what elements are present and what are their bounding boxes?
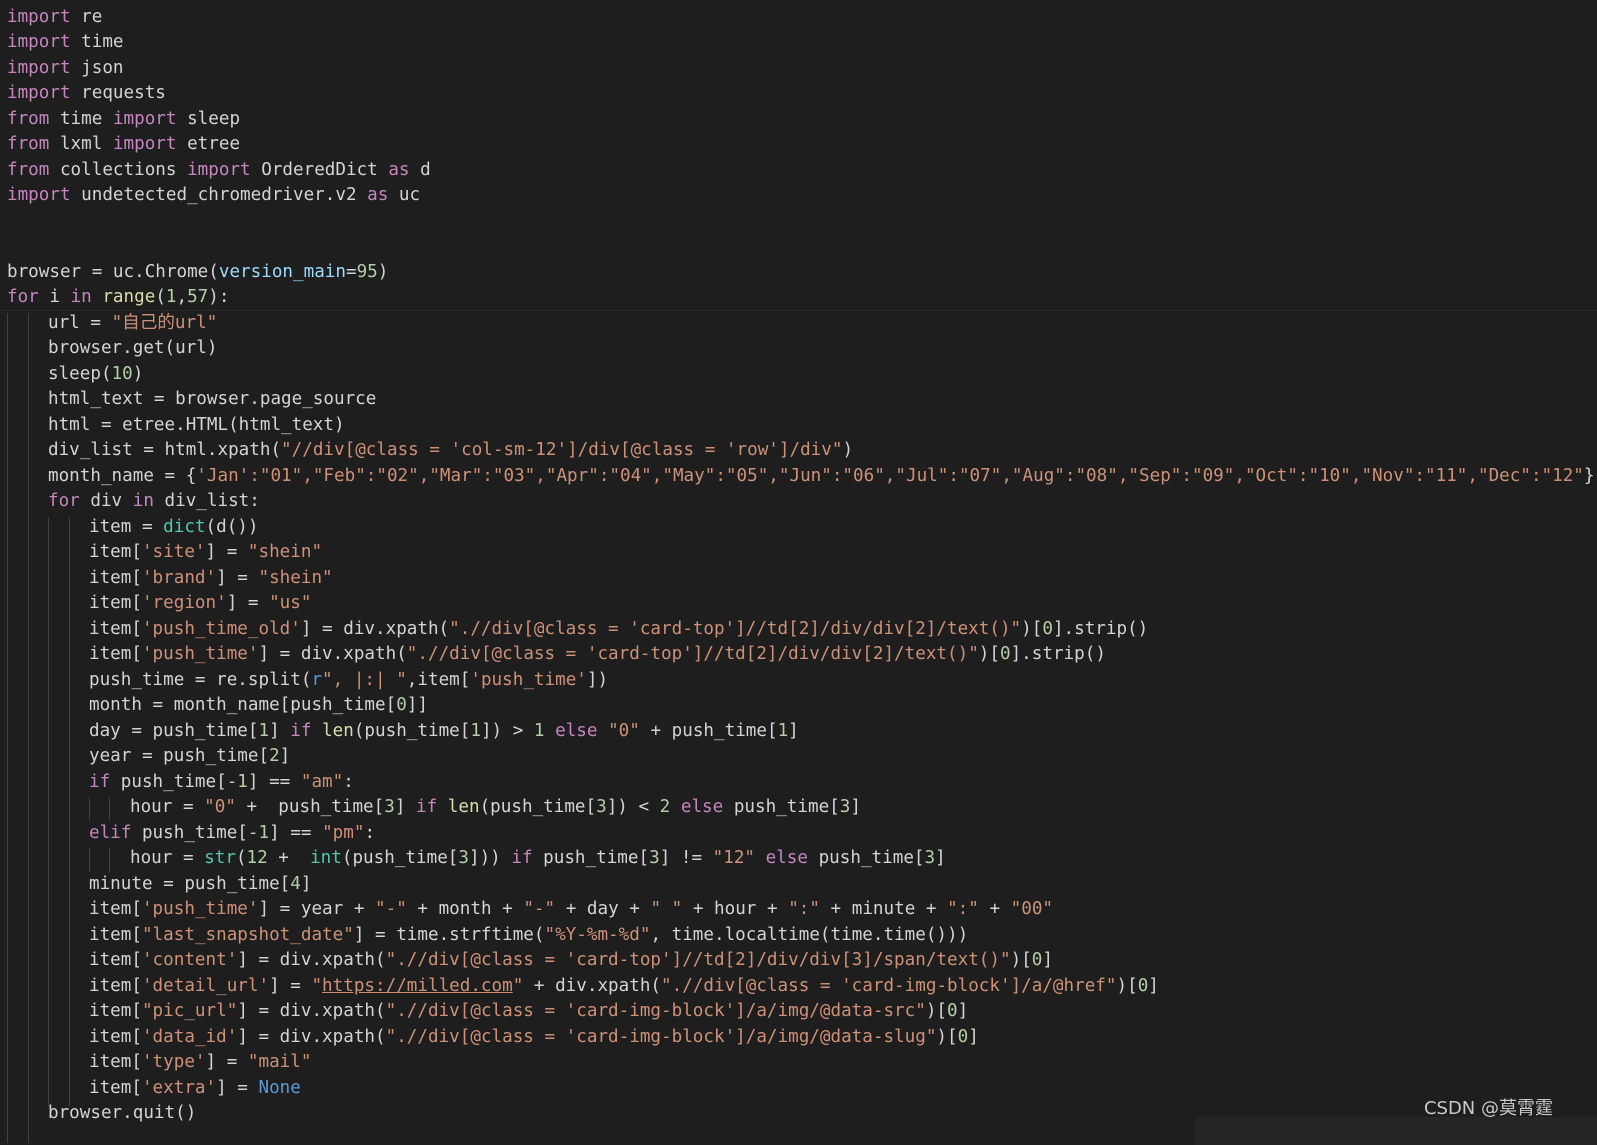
- code-line: item['push_time_old'] = div.xpath(".//di…: [89, 619, 1149, 639]
- code-line: import undetected_chromedriver.v2 as uc: [7, 185, 421, 205]
- indent-guide-8: [109, 848, 110, 872]
- code-line: div_list = html.xpath("//div[@class = 'c…: [48, 440, 854, 460]
- indent-guide-4: [69, 517, 70, 1107]
- code-line: browser.quit(): [48, 1103, 197, 1123]
- code-line: item['region'] = "us": [89, 593, 312, 613]
- code-line: for div in div_list:: [48, 491, 260, 511]
- code-line: day = push_time[1] if len(push_time[1]) …: [89, 721, 799, 741]
- code-line: elif push_time[-1] == "pm":: [89, 823, 376, 843]
- indent-guide-1: [7, 313, 8, 1143]
- indent-guide-5: [89, 797, 90, 821]
- code-line: item["pic_url"] = div.xpath(".//div[@cla…: [89, 1001, 969, 1021]
- code-line: item['content'] = div.xpath(".//div[@cla…: [89, 950, 1053, 970]
- code-line: import time: [7, 32, 124, 52]
- indent-guide-2: [28, 313, 29, 1143]
- code-line: hour = str(12 + int(push_time[3])) if pu…: [130, 848, 946, 868]
- code-line: item['push_time'] = div.xpath(".//div[@c…: [89, 644, 1106, 664]
- code-line: item['type'] = "mail": [89, 1052, 312, 1072]
- current-line-highlight: [0, 310, 1597, 311]
- code-line: item['push_time'] = year + "-" + month +…: [89, 899, 1054, 919]
- code-line: item["last_snapshot_date"] = time.strfti…: [89, 925, 969, 945]
- url-link[interactable]: https://milled.com: [322, 976, 513, 996]
- code-line: sleep(10): [48, 364, 144, 384]
- code-line: year = push_time[2]: [89, 746, 291, 766]
- code-line: month_name = {'Jan':"01","Feb":"02","Mar…: [48, 466, 1595, 486]
- code-line: item['brand'] = "shein": [89, 568, 333, 588]
- code-line: import json: [7, 58, 124, 78]
- indent-guide-7: [89, 848, 90, 872]
- code-line: push_time = re.split(r", |:| ",item['pus…: [89, 670, 609, 690]
- code-line: item['site'] = "shein": [89, 542, 323, 562]
- code-line: item['detail_url'] = "https://milled.com…: [89, 976, 1159, 996]
- code-line: item['extra'] = None: [89, 1078, 301, 1098]
- indent-guide-3: [48, 517, 49, 1107]
- code-line: browser.get(url): [48, 338, 218, 358]
- code-line: item['data_id'] = div.xpath(".//div[@cla…: [89, 1027, 979, 1047]
- code-line: from lxml import etree: [7, 134, 241, 154]
- code-line: from time import sleep: [7, 109, 241, 129]
- code-line: for i in range(1,57):: [7, 287, 230, 307]
- code-line: url = "自己的url": [48, 313, 218, 333]
- code-line: browser = uc.Chrome(version_main=95): [7, 262, 389, 282]
- code-line: if push_time[-1] == "am":: [89, 772, 354, 792]
- scrollbar-track[interactable]: [1195, 1117, 1597, 1145]
- code-line: hour = "0" + push_time[3] if len(push_ti…: [130, 797, 861, 817]
- code-line: import requests: [7, 83, 166, 103]
- indent-guide-6: [109, 797, 110, 821]
- code-line: import re: [7, 7, 103, 27]
- code-line: item = dict(d()): [89, 517, 259, 537]
- watermark: CSDN @莫霄霆: [1423, 1098, 1553, 1119]
- code-line: from collections import OrderedDict as d: [7, 160, 431, 180]
- code-line: month = month_name[push_time[0]]: [89, 695, 428, 715]
- code-line: html_text = browser.page_source: [48, 389, 377, 409]
- code-editor[interactable]: import re import time import json import…: [0, 0, 1597, 1145]
- code-line: html = etree.HTML(html_text): [48, 415, 345, 435]
- code-line: minute = push_time[4]: [89, 874, 312, 894]
